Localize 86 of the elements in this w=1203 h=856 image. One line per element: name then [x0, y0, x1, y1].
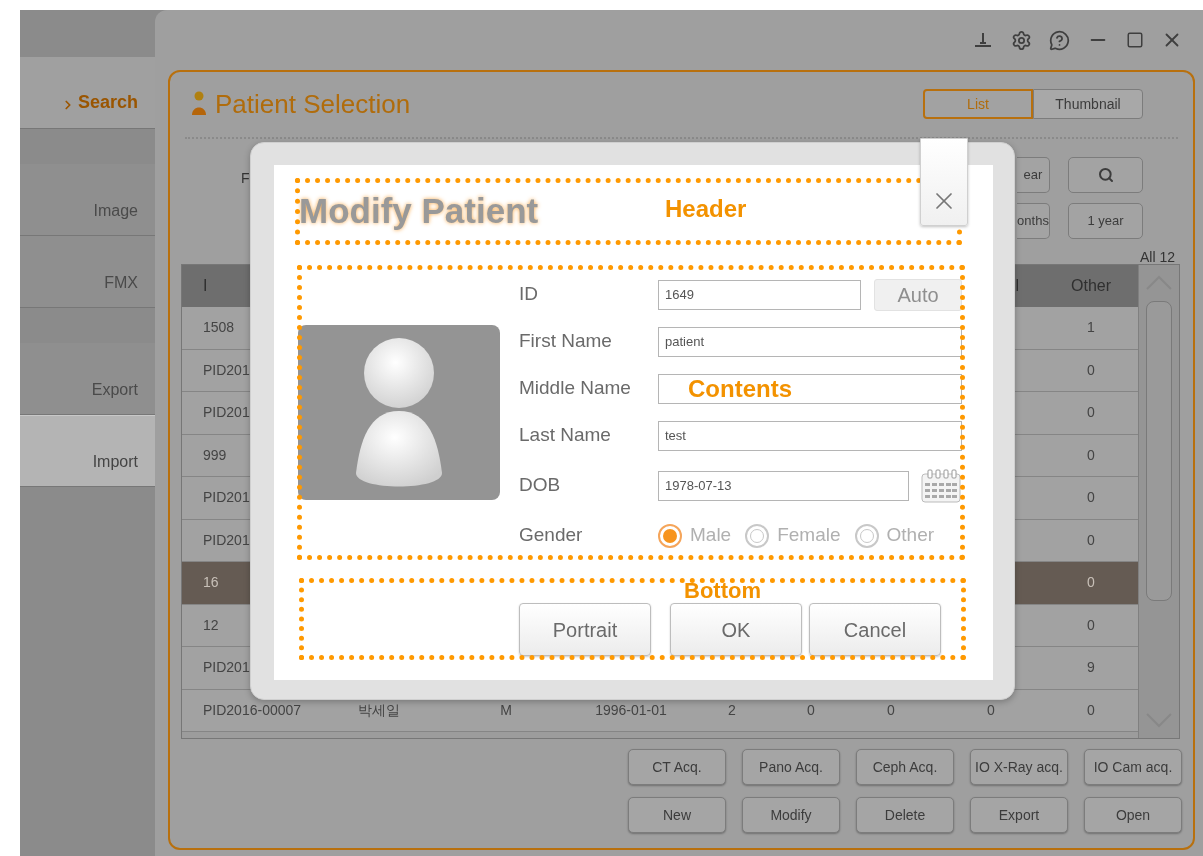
help-icon[interactable] [1049, 29, 1070, 51]
search-icon [1097, 167, 1114, 183]
field-label: Last Name [519, 423, 612, 448]
pin-icon[interactable] [972, 30, 994, 50]
sidebar-item[interactable]: Import [20, 415, 155, 487]
table-cell-text: 0 [807, 700, 815, 720]
table-cell-text: PID201 [203, 403, 250, 423]
period-button[interactable]: 1 year [1068, 203, 1143, 239]
dialog-close-button[interactable] [920, 138, 968, 226]
table-cell-text: M [500, 700, 512, 720]
scrollbar[interactable] [1138, 265, 1179, 738]
column-header: Other [1071, 276, 1111, 296]
action-button[interactable]: IO Cam acq. [1084, 749, 1182, 785]
action-button[interactable]: Open [1084, 797, 1182, 833]
period-button[interactable]: ear [1017, 157, 1050, 193]
filter-label: F [241, 169, 250, 188]
text-field[interactable]: test [658, 420, 962, 451]
dialog-button[interactable]: Cancel [809, 603, 941, 656]
table-cell-text: 999 [203, 445, 227, 465]
dialog-button[interactable]: Portrait [519, 603, 651, 656]
table-cell-text: 0 [1087, 573, 1095, 593]
maximize-icon[interactable] [1126, 31, 1144, 49]
text-field[interactable]: patient [658, 326, 962, 357]
table-cell-text: 0 [1087, 403, 1095, 423]
radio-label: Other [886, 523, 935, 548]
sidebar-item[interactable]: Export [20, 343, 155, 415]
table-cell-text: 0 [1087, 488, 1095, 508]
table-cell-text: 16 [203, 573, 219, 593]
calendar-icon[interactable] [921, 468, 961, 503]
table-cell-text: 9 [1087, 658, 1095, 678]
table-cell-text: PID201 [203, 658, 250, 678]
field-label: Gender [519, 523, 584, 548]
field-label: ID [519, 282, 539, 307]
view-tab[interactable]: Thumbnail [1033, 89, 1143, 119]
scrollbar-thumb[interactable] [1146, 301, 1172, 601]
action-button[interactable]: New [628, 797, 726, 833]
action-button[interactable]: Delete [856, 797, 954, 833]
table-cell-text: 2 [728, 700, 736, 720]
action-button[interactable]: Ceph Acq. [856, 749, 954, 785]
action-button[interactable]: IO X-Ray acq. [970, 749, 1068, 785]
field-label: First Name [519, 329, 613, 354]
table-cell-text: PID2016-00007 [203, 700, 302, 720]
radio-button[interactable] [745, 523, 770, 548]
table-cell-text: 박세일 [358, 700, 400, 720]
column-header: I [203, 276, 208, 296]
sidebar-item[interactable]: Image [20, 164, 155, 236]
table-cell-text: PID201 [203, 530, 250, 550]
settings-icon[interactable] [1011, 29, 1032, 51]
table-cell-text: PID201 [203, 488, 250, 508]
field-label: DOB [519, 473, 562, 498]
table-cell-text: 1508 [203, 318, 235, 338]
search-button[interactable] [1068, 157, 1143, 193]
column-header: l [1015, 276, 1019, 296]
text-field[interactable]: 1978-07-13 [658, 470, 909, 501]
table-cell-text: 0 [1087, 530, 1095, 550]
annotation-label: Header [665, 197, 747, 221]
person-icon [191, 91, 207, 117]
dialog-title: Modify Patient [299, 190, 539, 233]
table-cell-text: 12 [203, 615, 219, 635]
sidebar-item[interactable]: FMX [20, 236, 155, 308]
text-field[interactable]: 1649 [658, 279, 861, 310]
table-cell-text: 0 [1087, 360, 1095, 380]
action-button[interactable]: Export [970, 797, 1068, 833]
table-cell-text: 1 [1087, 318, 1095, 338]
action-button[interactable]: Modify [742, 797, 840, 833]
table-cell-text: 0 [1087, 700, 1095, 720]
radio-label: Male [690, 523, 732, 548]
table-cell-text: 1996-01-01 [595, 700, 667, 720]
action-button[interactable]: Pano Acq. [742, 749, 840, 785]
table-cell-text: 0 [1087, 445, 1095, 465]
table-cell-text: 0 [1087, 615, 1095, 635]
annotation-label: Bottom [684, 580, 761, 602]
radio-label: Female [777, 523, 841, 548]
record-count: All 12 [1139, 248, 1175, 267]
period-button[interactable]: onths [1017, 203, 1050, 239]
table-cell-text: 0 [987, 700, 995, 720]
action-button[interactable]: CT Acq. [628, 749, 726, 785]
field-label: Middle Name [519, 376, 632, 401]
table-cell-text: PID201 [203, 360, 250, 380]
table-cell-text: 0 [887, 700, 895, 720]
annotation-label: Contents [688, 377, 792, 401]
radio-button[interactable] [854, 523, 879, 548]
text-field[interactable] [658, 373, 962, 404]
radio-button[interactable] [658, 523, 682, 548]
dialog-button[interactable]: OK [670, 603, 802, 656]
panel-title: Patient Selection [215, 87, 411, 121]
